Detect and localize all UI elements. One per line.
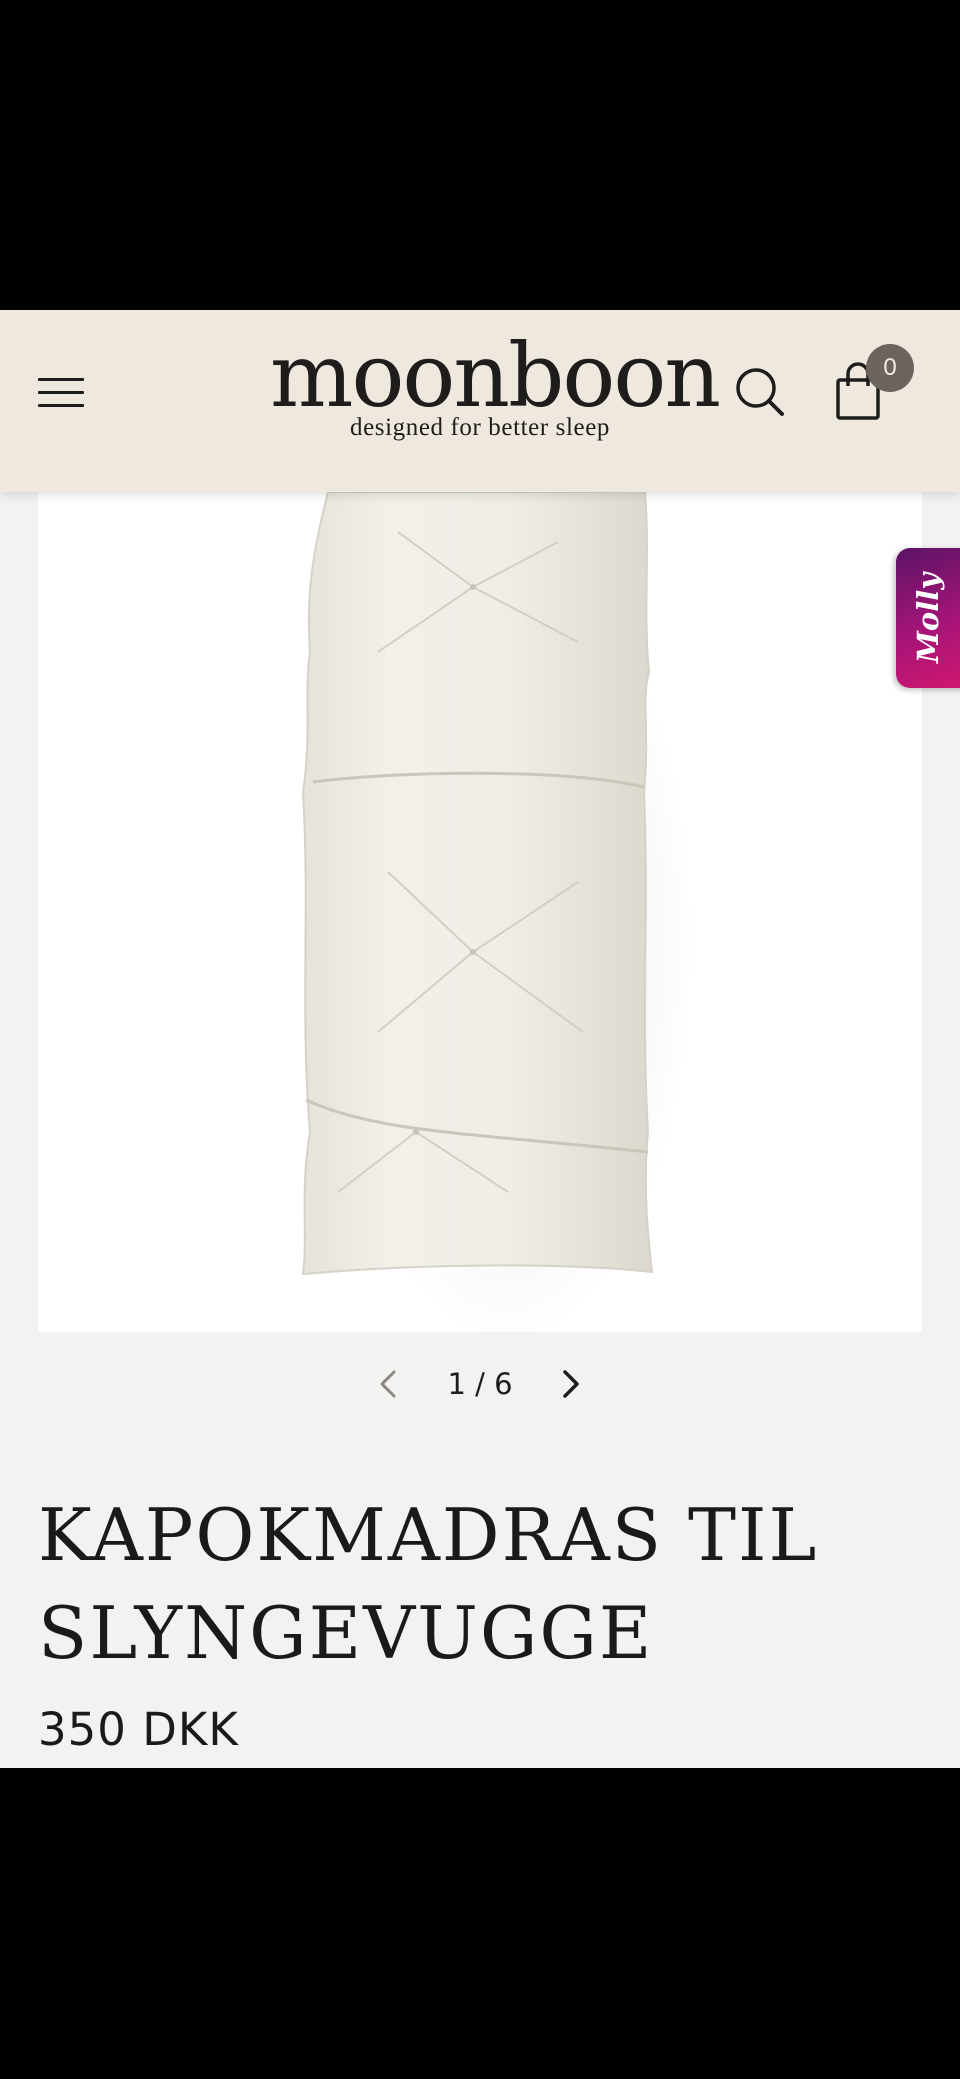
search-icon [736,368,784,416]
bottom-bar-area [0,1768,960,2079]
molly-label: Molly [911,572,945,664]
hamburger-icon [38,391,84,394]
molly-chat-widget[interactable]: Molly [896,548,960,688]
image-counter: 1 / 6 [430,1362,530,1406]
brand-logo[interactable]: moonboon designed for better sleep [270,324,721,442]
menu-button[interactable] [38,374,86,410]
brand-name: moonboon [270,324,721,427]
cart-count-badge: 0 [866,344,914,392]
search-button[interactable] [732,364,788,420]
gallery-pagination: 1 / 6 [0,1350,960,1420]
product-price: 350 DKK [38,1703,239,1756]
previous-image-button[interactable] [372,1362,406,1406]
hamburger-icon [38,404,84,407]
product-page: moonboon designed for better sleep 0 Mol… [0,310,960,1768]
product-image[interactable] [38,492,922,1332]
chevron-right-icon [563,1370,579,1398]
current-image-number: 1 [447,1367,466,1401]
total-image-count: 6 [494,1367,513,1401]
product-title: KAPOKMADRAS TIL SLYNGEVUGGE [38,1493,819,1675]
counter-separator: / [475,1367,485,1401]
status-bar-area [0,0,960,310]
mattress-illustration [301,492,693,1332]
chevron-left-icon [380,1370,396,1398]
hamburger-icon [38,378,84,381]
next-image-button[interactable] [553,1362,587,1406]
site-header: moonboon designed for better sleep 0 [0,310,960,492]
